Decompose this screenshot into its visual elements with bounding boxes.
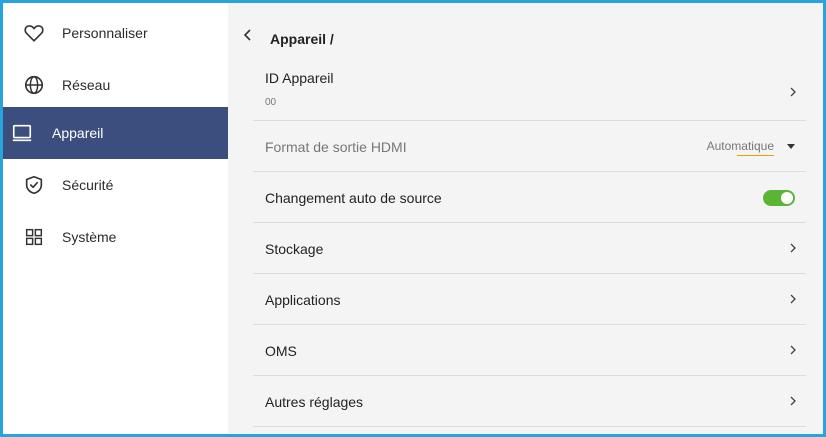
applications-label: Applications <box>265 292 341 308</box>
sidebar-item-label: Personnaliser <box>62 25 148 41</box>
caret-down-icon[interactable] <box>786 143 796 150</box>
row-other-settings[interactable]: Autres réglages <box>253 376 806 427</box>
row-oms[interactable]: OMS <box>253 325 806 376</box>
sidebar-item-appareil[interactable]: Appareil <box>3 107 228 159</box>
chevron-right-icon <box>790 396 796 406</box>
settings-window: Personnaliser Réseau Appareil Sécurité S… <box>0 0 826 437</box>
sidebar-item-securite[interactable]: Sécurité <box>3 159 228 211</box>
grid-icon <box>25 228 43 246</box>
chevron-left-icon[interactable] <box>242 27 254 43</box>
auto-source-toggle[interactable] <box>763 190 795 206</box>
sidebar-item-label: Sécurité <box>62 177 114 193</box>
row-applications[interactable]: Applications <box>253 274 806 325</box>
storage-label: Stockage <box>265 241 324 257</box>
device-id-value: 00 <box>265 97 277 108</box>
sidebar-item-label: Système <box>62 229 117 245</box>
monitor-icon <box>12 124 32 142</box>
oms-label: OMS <box>265 343 297 359</box>
settings-panel: Appareil / ID Appareil 00 Format de sort… <box>228 3 823 434</box>
page-title: Appareil / <box>270 31 334 47</box>
chevron-right-icon <box>790 294 796 304</box>
hdmi-format-label: Format de sortie HDMI <box>265 139 407 155</box>
sidebar-item-systeme[interactable]: Système <box>3 211 228 263</box>
row-device-id[interactable]: ID Appareil 00 <box>253 62 806 121</box>
other-settings-label: Autres réglages <box>265 394 364 410</box>
toggle-knob <box>781 192 793 204</box>
chevron-right-icon <box>790 243 796 253</box>
chevron-right-icon <box>790 87 796 97</box>
sidebar-item-reseau[interactable]: Réseau <box>3 59 228 111</box>
device-id-label: ID Appareil <box>265 70 334 86</box>
shield-icon <box>25 175 43 195</box>
row-auto-source[interactable]: Changement auto de source <box>253 172 806 223</box>
sidebar: Personnaliser Réseau Appareil Sécurité S… <box>3 3 228 434</box>
sidebar-item-label: Réseau <box>62 77 111 93</box>
page-header: Appareil / <box>228 3 823 65</box>
row-storage[interactable]: Stockage <box>253 223 806 274</box>
globe-icon <box>24 75 44 95</box>
row-hdmi-format[interactable]: Format de sortie HDMI Automatique <box>253 121 806 172</box>
sidebar-item-personnaliser[interactable]: Personnaliser <box>3 7 228 59</box>
sidebar-item-label: Appareil <box>52 125 104 141</box>
auto-source-label: Changement auto de source <box>265 190 442 206</box>
chevron-right-icon <box>790 345 796 355</box>
hdmi-format-select[interactable]: Automatique <box>707 139 775 156</box>
heart-icon <box>24 25 44 42</box>
